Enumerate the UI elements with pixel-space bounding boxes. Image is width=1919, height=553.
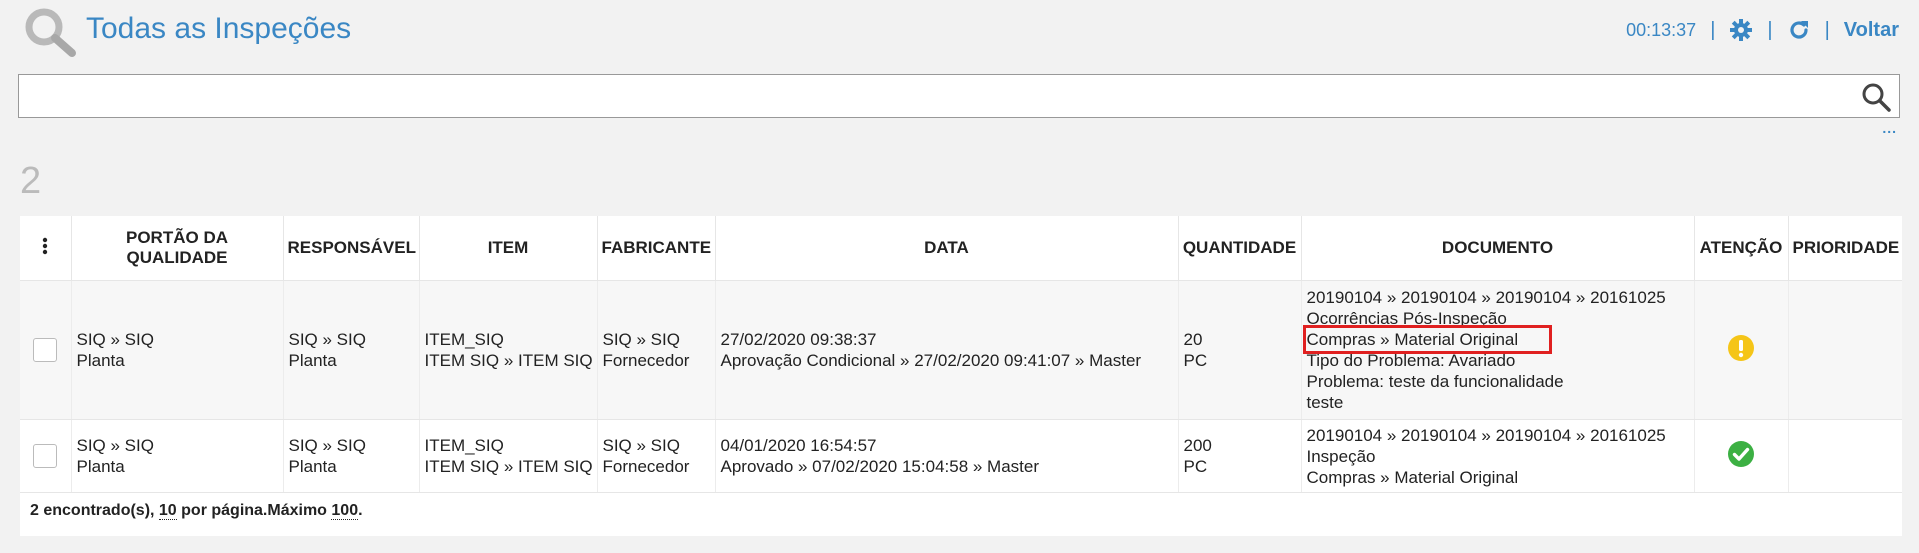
table-row[interactable]: SIQ » SIQ Planta SIQ » SIQ Planta ITEM_S… bbox=[20, 280, 1902, 420]
footer-end: . bbox=[358, 502, 363, 519]
pagination-footer: 2 encontrado(s), 10 por página.Máximo 10… bbox=[30, 502, 363, 520]
column-header-portao[interactable]: PORTÃO DA QUALIDADE bbox=[71, 216, 284, 281]
cell-fabricante: SIQ » SIQ Fornecedor bbox=[597, 280, 716, 420]
warning-icon bbox=[1728, 334, 1754, 361]
page-title: Todas as Inspeções bbox=[86, 12, 352, 45]
result-count: 2 bbox=[20, 160, 42, 202]
cell-data: 04/01/2020 16:54:57 Aprovado » 07/02/202… bbox=[715, 419, 1179, 493]
found-count: 2 encontrado(s), bbox=[30, 502, 159, 519]
column-header-quantidade[interactable]: QUANTIDADE bbox=[1178, 216, 1302, 281]
per-page-selector[interactable]: 10 bbox=[158, 502, 177, 520]
inspections-table: PORTÃO DA QUALIDADE RESPONSÁVEL ITEM FAB… bbox=[20, 216, 1902, 536]
cell-responsavel: SIQ » SIQ Planta bbox=[283, 280, 420, 420]
row-checkbox[interactable] bbox=[33, 338, 58, 362]
table-header-row: PORTÃO DA QUALIDADE RESPONSÁVEL ITEM FAB… bbox=[20, 216, 1902, 281]
row-checkbox[interactable] bbox=[33, 444, 58, 468]
header-toolbar: 00:13:37 | | | Voltar bbox=[1626, 18, 1899, 42]
column-header-fabricante[interactable]: FABRICANTE bbox=[597, 216, 716, 281]
gear-icon[interactable] bbox=[1729, 18, 1753, 42]
cell-responsavel: SIQ » SIQ Planta bbox=[283, 419, 420, 493]
column-header-data[interactable]: DATA bbox=[715, 216, 1179, 281]
session-timer: 00:13:37 bbox=[1626, 19, 1697, 40]
cell-atencao bbox=[1694, 419, 1789, 493]
back-link[interactable]: Voltar bbox=[1844, 19, 1899, 42]
cell-item: ITEM_SIQ ITEM SIQ » ITEM SIQ bbox=[419, 419, 598, 493]
cell-atencao bbox=[1694, 280, 1789, 420]
advanced-search-toggle[interactable]: ... bbox=[1882, 120, 1897, 136]
table-row[interactable]: SIQ » SIQ Planta SIQ » SIQ Planta ITEM_S… bbox=[20, 419, 1902, 493]
cell-documento: 20190104 » 20190104 » 20190104 » 2016102… bbox=[1301, 419, 1695, 493]
cell-fabricante: SIQ » SIQ Fornecedor bbox=[597, 419, 716, 493]
search-bar bbox=[18, 74, 1900, 118]
magnifier-icon bbox=[25, 8, 76, 57]
column-header-item[interactable]: ITEM bbox=[419, 216, 598, 281]
cell-quantidade: 200 PC bbox=[1178, 419, 1302, 493]
column-header-responsavel[interactable]: RESPONSÁVEL bbox=[283, 216, 420, 281]
cell-portao: SIQ » SIQ Planta bbox=[71, 280, 284, 420]
search-input[interactable] bbox=[19, 75, 1839, 117]
cell-quantidade: 20 PC bbox=[1178, 280, 1302, 420]
cell-documento: 20190104 » 20190104 » 20190104 » 2016102… bbox=[1301, 280, 1695, 420]
cell-portao: SIQ » SIQ Planta bbox=[71, 419, 284, 493]
cell-prioridade bbox=[1788, 419, 1902, 493]
search-icon[interactable] bbox=[1861, 82, 1891, 112]
cell-item: ITEM_SIQ ITEM SIQ » ITEM SIQ bbox=[419, 280, 598, 420]
refresh-icon[interactable] bbox=[1787, 18, 1811, 42]
vertical-dots-icon[interactable] bbox=[42, 237, 48, 255]
column-header-atencao[interactable]: ATENÇÃO bbox=[1694, 216, 1789, 281]
cell-data: 27/02/2020 09:38:37 Aprovação Condiciona… bbox=[715, 280, 1179, 420]
separator: | bbox=[1710, 18, 1716, 41]
column-header-documento[interactable]: DOCUMENTO bbox=[1301, 216, 1695, 281]
max-selector[interactable]: 100 bbox=[331, 502, 359, 520]
per-page-label: por página.Máximo bbox=[176, 502, 332, 519]
cell-prioridade bbox=[1788, 280, 1902, 420]
separator: | bbox=[1767, 18, 1773, 41]
column-menu[interactable] bbox=[20, 216, 72, 281]
highlighted-document-line: Compras » Material Original bbox=[1302, 325, 1553, 354]
separator: | bbox=[1824, 18, 1830, 41]
check-circle-icon bbox=[1728, 440, 1754, 467]
column-header-prioridade[interactable]: PRIORIDADE bbox=[1788, 216, 1902, 281]
page-header: Todas as Inspeções 00:13:37 | | | Voltar bbox=[0, 0, 1919, 66]
